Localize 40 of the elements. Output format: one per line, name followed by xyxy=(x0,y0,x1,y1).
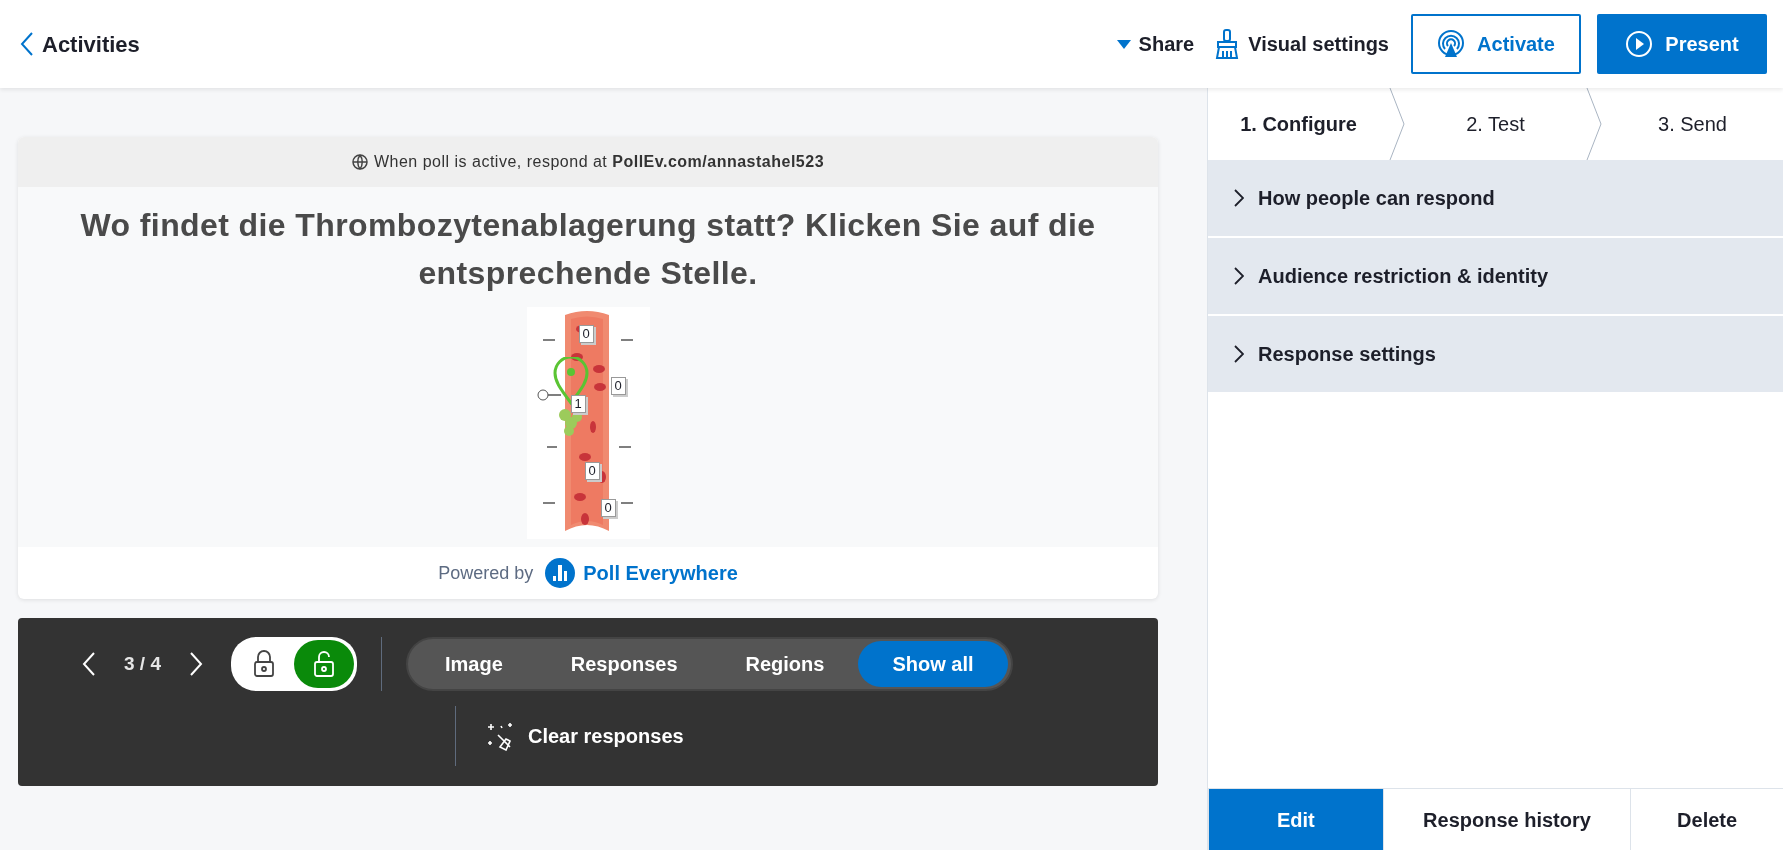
clear-responses-button[interactable]: Clear responses xyxy=(480,720,690,752)
chevron-right-icon xyxy=(189,651,203,677)
share-button[interactable]: Share xyxy=(1110,25,1201,63)
chevron-right-icon xyxy=(1234,267,1244,285)
caret-down-icon xyxy=(1116,39,1131,49)
activate-button[interactable]: Activate xyxy=(1411,14,1581,74)
chevron-left-icon xyxy=(20,31,34,57)
step-tab[interactable]: 3. Send xyxy=(1602,88,1783,160)
view-tab[interactable]: Image xyxy=(411,641,537,687)
settings-section[interactable]: Audience restriction & identity xyxy=(1208,238,1783,316)
chevron-right-icon xyxy=(1234,189,1244,207)
step-tab[interactable]: 2. Test xyxy=(1405,88,1586,160)
respond-instruction: When poll is active, respond at PollEv.com/annastahel523 xyxy=(373,152,825,172)
page-indicator: 3 / 4 xyxy=(124,651,161,676)
chevron-right-icon xyxy=(1234,345,1244,363)
settings-section[interactable]: How people can respond xyxy=(1208,160,1783,238)
settings-section[interactable]: Response settings xyxy=(1208,316,1783,394)
lock-icon xyxy=(253,650,275,678)
back-link[interactable]: Activities xyxy=(14,23,146,65)
action-button[interactable]: Edit xyxy=(1208,789,1383,850)
powered-by-text: Powered by xyxy=(438,561,534,585)
visual-settings-button[interactable]: Visual settings xyxy=(1208,25,1395,63)
play-icon xyxy=(1625,30,1654,58)
globe-icon xyxy=(351,154,368,170)
bar-chart-logo-icon xyxy=(545,558,576,588)
view-tab[interactable]: Show all xyxy=(858,641,1008,687)
view-tab[interactable]: Responses xyxy=(536,641,712,687)
brand-name: Poll Everywhere xyxy=(583,561,738,586)
present-button[interactable]: Present xyxy=(1597,14,1767,74)
view-tab[interactable]: Regions xyxy=(711,641,859,687)
broadcast-icon xyxy=(1437,30,1466,58)
question-title: Wo findet die Thrombozytenablagerung statt? Klicken Sie auf die entsprechende Stelle. xyxy=(79,206,1097,293)
chevron-left-icon xyxy=(82,651,96,677)
lock-toggle[interactable] xyxy=(231,637,357,691)
step-divider-icon xyxy=(1389,88,1405,160)
step-divider-icon xyxy=(1586,88,1602,160)
sparkle-broom-icon xyxy=(486,721,514,751)
unlock-icon xyxy=(313,650,335,678)
step-tab[interactable]: 1. Configure xyxy=(1208,88,1389,160)
brush-icon xyxy=(1214,29,1241,59)
